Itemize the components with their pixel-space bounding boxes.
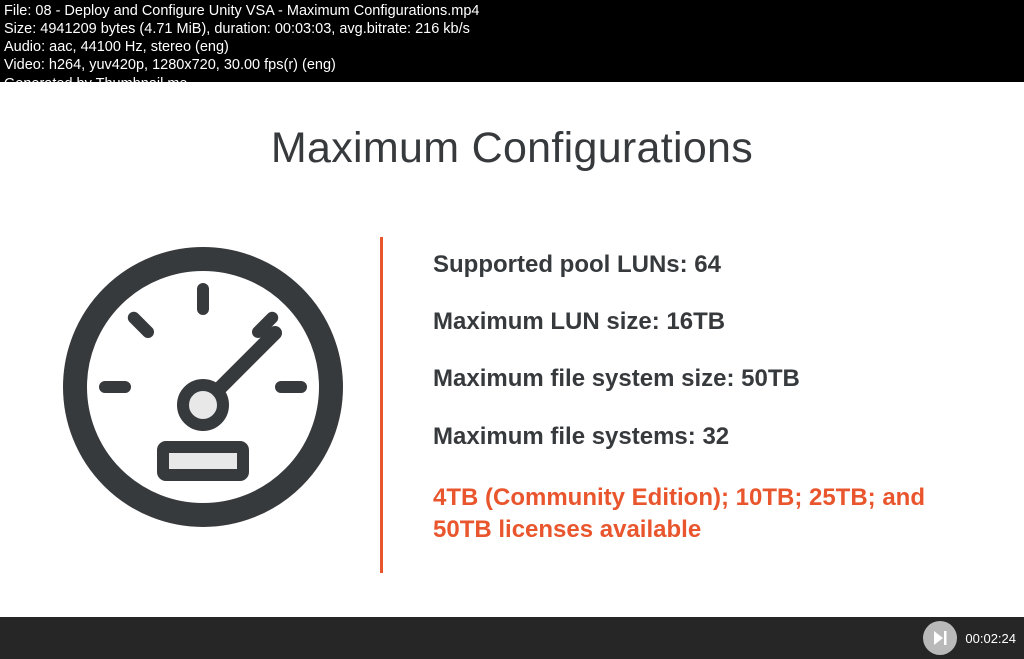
metadata-header: File: 08 - Deploy and Configure Unity VS… — [0, 0, 1024, 95]
play-next-icon — [931, 629, 949, 647]
spec-highlight: 4TB (Community Edition); 10TB; 25TB; and… — [433, 482, 984, 547]
audio-line: Audio: aac, 44100 Hz, stereo (eng) — [4, 38, 1020, 56]
size-line: Size: 4941209 bytes (4.71 MiB), duration… — [4, 20, 1020, 38]
spec-item: Supported pool LUNs: 64 — [433, 249, 984, 280]
spec-item: Maximum LUN size: 16TB — [433, 306, 984, 337]
spec-item: Maximum file system size: 50TB — [433, 363, 984, 394]
play-next-button[interactable] — [923, 621, 957, 655]
slide-title: Maximum Configurations — [0, 124, 1024, 173]
content-row: Supported pool LUNs: 64 Maximum LUN size… — [0, 237, 1024, 573]
spec-list: Supported pool LUNs: 64 Maximum LUN size… — [433, 237, 1024, 573]
gauge-icon — [53, 237, 353, 537]
player-footer: 00:02:24 — [0, 617, 1024, 659]
spec-item: Maximum file systems: 32 — [433, 421, 984, 452]
video-line: Video: h264, yuv420p, 1280x720, 30.00 fp… — [4, 56, 1020, 74]
vertical-divider — [380, 237, 383, 573]
slide-frame: Maximum Configurations Supported pool LU… — [0, 82, 1024, 659]
file-line: File: 08 - Deploy and Configure Unity VS… — [4, 2, 1020, 20]
timestamp-label: 00:02:24 — [965, 631, 1016, 646]
gauge-graphic — [0, 237, 370, 537]
